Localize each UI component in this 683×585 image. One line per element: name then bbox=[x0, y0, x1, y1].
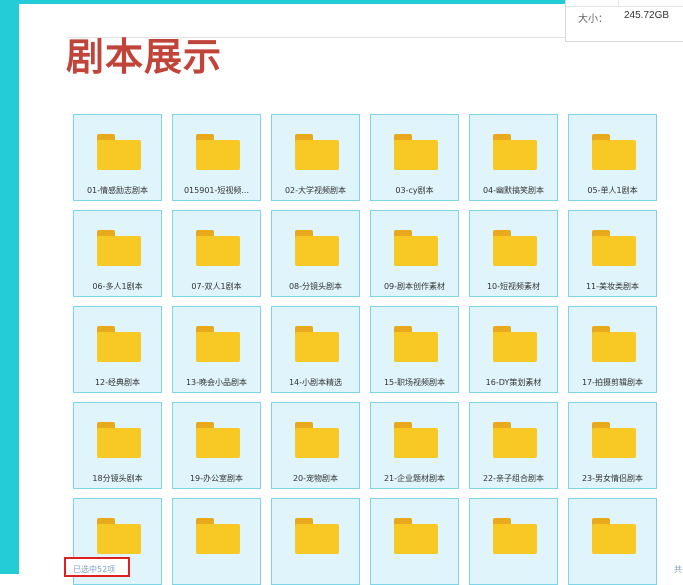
left-accent-bar bbox=[0, 0, 19, 574]
folder-item[interactable]: 18分镜头剧本 bbox=[73, 402, 162, 489]
folder-item[interactable]: 19-办公室剧本 bbox=[172, 402, 261, 489]
folder-item[interactable] bbox=[568, 498, 657, 585]
folder-icon bbox=[493, 518, 537, 554]
folder-name: 17-拍摄剪辑剧本 bbox=[581, 378, 644, 387]
folder-item[interactable]: 20-宠物剧本 bbox=[271, 402, 360, 489]
folder-name: 21-企业题材剧本 bbox=[383, 474, 446, 483]
folder-name: 04-幽默搞笑剧本 bbox=[482, 186, 545, 195]
folder-icon bbox=[295, 422, 339, 458]
folder-name: 06-多人1剧本 bbox=[92, 282, 143, 291]
folder-icon bbox=[196, 134, 240, 170]
folder-item[interactable]: 15-职场视频剧本 bbox=[370, 306, 459, 393]
file-info-panel: 大小： 245.72GB bbox=[565, 0, 683, 42]
folder-item[interactable]: 05-单人1剧本 bbox=[568, 114, 657, 201]
folder-name: 08-分镜头剧本 bbox=[288, 282, 343, 291]
folder-icon bbox=[394, 518, 438, 554]
folder-item[interactable]: 10-短视频素材 bbox=[469, 210, 558, 297]
folder-icon bbox=[97, 134, 141, 170]
folder-item[interactable] bbox=[370, 498, 459, 585]
folder-icon bbox=[295, 518, 339, 554]
folder-icon bbox=[97, 230, 141, 266]
folder-icon bbox=[97, 422, 141, 458]
selection-status-text: 已选中52项 bbox=[73, 565, 116, 574]
folder-icon bbox=[97, 326, 141, 362]
folder-item[interactable]: 015901-短视频... bbox=[172, 114, 261, 201]
folder-name: 03-cy剧本 bbox=[395, 186, 434, 195]
folder-item[interactable]: 01-情感励志剧本 bbox=[73, 114, 162, 201]
folder-icon bbox=[196, 230, 240, 266]
folder-name: 09-剧本创作素材 bbox=[383, 282, 446, 291]
folder-icon bbox=[295, 134, 339, 170]
folder-item[interactable]: 21-企业题材剧本 bbox=[370, 402, 459, 489]
folder-icon bbox=[97, 518, 141, 554]
folder-icon bbox=[394, 422, 438, 458]
folder-item[interactable]: 11-美妆类剧本 bbox=[568, 210, 657, 297]
folder-item[interactable] bbox=[469, 498, 558, 585]
folder-name: 22-亲子组合剧本 bbox=[482, 474, 545, 483]
folder-name: 19-办公室剧本 bbox=[189, 474, 244, 483]
folder-item[interactable]: 13-晚会小品剧本 bbox=[172, 306, 261, 393]
folder-item[interactable]: 09-剧本创作素材 bbox=[370, 210, 459, 297]
folder-icon bbox=[394, 134, 438, 170]
size-label: 大小： bbox=[578, 14, 608, 25]
folder-name: 23-男女情侣剧本 bbox=[581, 474, 644, 483]
folder-name: 15-职场视频剧本 bbox=[383, 378, 446, 387]
folder-name: 02-大学视频剧本 bbox=[284, 186, 347, 195]
status-corner-text: 共 bbox=[674, 565, 682, 574]
folder-icon bbox=[592, 518, 636, 554]
folder-icon bbox=[592, 326, 636, 362]
folder-item[interactable] bbox=[271, 498, 360, 585]
page-title: 剧本展示 bbox=[66, 35, 223, 79]
folder-name: 01-情感励志剧本 bbox=[86, 186, 149, 195]
folder-icon bbox=[493, 326, 537, 362]
top-accent-bar bbox=[0, 0, 575, 4]
folder-item[interactable]: 04-幽默搞笑剧本 bbox=[469, 114, 558, 201]
folder-icon bbox=[394, 326, 438, 362]
folder-icon bbox=[196, 422, 240, 458]
folder-item[interactable]: 12-经典剧本 bbox=[73, 306, 162, 393]
folder-icon bbox=[196, 518, 240, 554]
folder-icon bbox=[394, 230, 438, 266]
folder-item[interactable]: 06-多人1剧本 bbox=[73, 210, 162, 297]
folder-name: 12-经典剧本 bbox=[94, 378, 141, 387]
folder-item[interactable]: 17-拍摄剪辑剧本 bbox=[568, 306, 657, 393]
folder-item[interactable]: 02-大学视频剧本 bbox=[271, 114, 360, 201]
folder-name: 015901-短视频... bbox=[183, 186, 250, 195]
folder-icon bbox=[295, 230, 339, 266]
folder-item[interactable]: 22-亲子组合剧本 bbox=[469, 402, 558, 489]
folder-item[interactable]: 07-双人1剧本 bbox=[172, 210, 261, 297]
folder-name: 16-DY策划素材 bbox=[485, 378, 542, 387]
folder-item[interactable]: 14-小剧本精选 bbox=[271, 306, 360, 393]
folder-item[interactable]: 03-cy剧本 bbox=[370, 114, 459, 201]
folder-name: 05-单人1剧本 bbox=[587, 186, 638, 195]
folder-item[interactable]: 23-男女情侣剧本 bbox=[568, 402, 657, 489]
folder-item[interactable] bbox=[172, 498, 261, 585]
folder-name: 18分镜头剧本 bbox=[92, 474, 143, 483]
folder-icon bbox=[295, 326, 339, 362]
selection-status-highlight: 已选中52项 bbox=[64, 557, 130, 577]
folder-name: 10-短视频素材 bbox=[486, 282, 541, 291]
folder-name: 20-宠物剧本 bbox=[292, 474, 339, 483]
folder-icon bbox=[493, 230, 537, 266]
folder-icon bbox=[493, 134, 537, 170]
folder-icon bbox=[493, 422, 537, 458]
folder-name: 07-双人1剧本 bbox=[191, 282, 242, 291]
folder-icon bbox=[196, 326, 240, 362]
info-panel-header-row bbox=[566, 0, 683, 7]
folder-icon bbox=[592, 422, 636, 458]
folder-icon bbox=[592, 134, 636, 170]
folder-icon bbox=[592, 230, 636, 266]
folder-name: 11-美妆类剧本 bbox=[585, 282, 640, 291]
folder-name: 13-晚会小品剧本 bbox=[185, 378, 248, 387]
folder-item[interactable]: 08-分镜头剧本 bbox=[271, 210, 360, 297]
folder-name: 14-小剧本精选 bbox=[288, 378, 343, 387]
folder-item[interactable]: 16-DY策划素材 bbox=[469, 306, 558, 393]
size-value: 245.72GB bbox=[624, 10, 670, 21]
